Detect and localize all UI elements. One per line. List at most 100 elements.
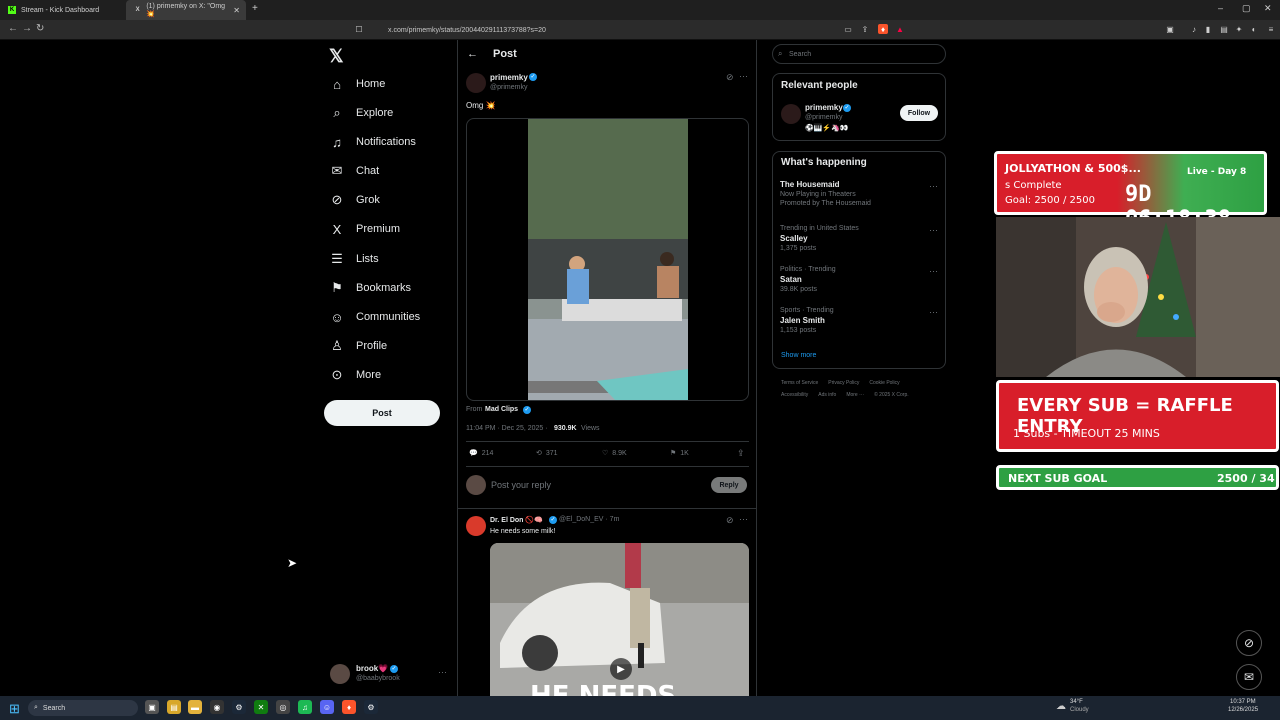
reply-author-avatar[interactable] [466,516,486,536]
relevant-name[interactable]: primemky [805,103,843,112]
back-icon[interactable]: ← [8,23,18,34]
new-tab-button[interactable]: + [252,3,258,14]
minimize-button[interactable]: – [1218,3,1223,13]
repost-action[interactable]: ⟲ 371 [536,449,558,458]
grok-icon[interactable]: ⊘ [726,515,734,526]
nav-item-label: More [356,369,382,381]
share-icon[interactable]: ⇪ [860,24,870,34]
file-explorer-icon[interactable]: ▬ [188,700,202,714]
nav-item-home[interactable]: ⌂ Home [330,73,385,95]
footer-link[interactable]: Cookie Policy [869,380,899,386]
grok-icon[interactable]: ⊘ [726,72,734,83]
more-dots-icon[interactable]: ··· [929,266,938,276]
nav-item-grok[interactable]: ⊘ Grok [330,189,380,211]
like-action[interactable]: ♡ 8.9K [602,449,627,458]
taskbar-search[interactable]: ⌕ Search [28,700,138,716]
brave-shield-icon[interactable]: ♦ [878,24,888,34]
trend-item[interactable]: Politics · Trending Satan 39.8K posts [780,266,836,295]
from-source-link[interactable]: Mad Clips [485,406,518,413]
share-icon[interactable]: ⇪ [737,448,745,459]
tab-icon[interactable]: ▣ [1165,24,1175,34]
post-video[interactable] [466,118,749,401]
reply-author-handle[interactable]: @El_DoN_EV · 7m [559,516,619,523]
back-arrow-icon[interactable]: ← [467,48,478,60]
cloud-icon: ☁ [1056,701,1066,712]
xbox-icon[interactable]: ✕ [254,700,268,714]
bookmark-action[interactable]: ⚑ 1K [670,449,689,458]
footer-link[interactable]: More ··· [846,392,864,398]
play-icon[interactable]: ▶ [610,658,632,680]
post-author-name[interactable]: primemky [490,73,528,82]
grok-float-icon[interactable]: ⊘ [1236,630,1262,656]
wallet-icon[interactable]: ▤ [1219,24,1229,34]
close-tab-icon[interactable]: ✕ [233,6,240,15]
nav-item-bookmarks[interactable]: ⚑ Bookmarks [330,277,411,299]
nav-item-chat[interactable]: ✉ Chat [330,160,380,182]
spotify-icon[interactable]: ♫ [298,700,312,714]
post-author-handle[interactable]: @primemky [490,84,527,91]
sticky-notes-icon[interactable]: ▤ [167,700,181,714]
trend-item[interactable]: Sports · Trending Jalen Smith 1,153 posts [780,307,834,336]
nav-item-notifications[interactable]: ♫ Notifications [330,131,416,153]
extensions-icon[interactable]: ✦ [1234,24,1244,34]
more-dots-icon[interactable]: ··· [929,307,938,317]
menu-icon[interactable]: ≡ [1266,24,1276,34]
post-button[interactable]: Post [324,400,440,426]
obs-icon[interactable]: ◉ [210,700,224,714]
messages-float-icon[interactable]: ✉ [1236,664,1262,690]
nav-item-more[interactable]: ⊙ More [330,364,382,386]
url-field[interactable]: x.com/primemky/status/20044029111373788?… [370,23,910,37]
reply-video[interactable]: ▶ HE NEEDS [490,543,749,696]
post-author-avatar[interactable] [466,73,486,93]
more-dots-icon[interactable]: ··· [438,667,447,677]
steam-icon-2[interactable]: ⚙ [364,700,378,714]
account-switcher[interactable]: brook💗 ✓ @baabybrook ··· [330,662,450,686]
footer-link[interactable]: Accessibility [781,392,808,398]
sidebar-icon[interactable]: ▮ [1203,24,1213,34]
steam-icon[interactable]: ⚙ [232,700,246,714]
trend-item[interactable]: Trending in United States Scalley 1,375 po… [780,225,859,254]
screen-icon[interactable]: ▭ [843,24,853,34]
maximize-button[interactable]: ▢ [1242,3,1251,14]
footer-link[interactable]: Ads info [818,392,836,398]
discord-icon[interactable]: ☺ [320,700,334,714]
relevant-avatar[interactable] [781,104,801,124]
nav-item-profile[interactable]: ♙ Profile [330,335,387,357]
tab-kick-dashboard[interactable]: K Stream - Kick Dashboard [0,0,122,20]
footer-link[interactable]: Terms of Service [781,380,818,386]
x-logo-icon[interactable]: 𝕏 [329,46,344,67]
forward-icon[interactable]: → [22,23,32,34]
more-dots-icon[interactable]: ··· [739,514,748,524]
close-window-button[interactable]: ✕ [1264,3,1272,14]
more-dots-icon[interactable]: ··· [929,181,938,191]
reply-input[interactable]: Post your reply [491,480,551,490]
nav-item-premium[interactable]: X Premium [330,218,400,240]
task-view-icon[interactable]: ▣ [145,700,159,714]
more-dots-icon[interactable]: ··· [929,225,938,235]
nav-item-explore[interactable]: ⌕ Explore [330,102,393,124]
post-timestamp[interactable]: 11:04 PM · Dec 25, 2025 · [466,425,548,432]
trend-title: Scalley [780,234,808,243]
reply-author-name[interactable]: Dr. El Don 🚫🧠 [490,516,543,524]
tab-x-post[interactable]: X (1) primemky on X: "Omg 💥 ✕ [126,0,246,20]
music-icon[interactable]: ♪ [1189,24,1199,34]
windows-start-icon[interactable]: ⊞ [9,701,20,717]
nav-item-lists[interactable]: ☰ Lists [330,248,378,270]
footer-links-1: Terms of Service Privacy Policy Cookie P… [781,380,900,386]
nav-item-communities[interactable]: ☺ Communities [330,306,420,328]
rewards-icon[interactable]: ▲ [895,24,905,34]
more-dots-icon[interactable]: ··· [739,71,748,81]
bookmark-page-icon[interactable]: ☐ [354,24,364,34]
reload-icon[interactable]: ↻ [36,23,44,34]
follow-button[interactable]: Follow [900,105,938,121]
reply-button[interactable]: Reply [711,477,747,493]
reply-action[interactable]: 💬 214 [469,449,493,458]
search-input[interactable]: ⌕ Search [772,44,946,64]
footer-link[interactable]: Privacy Policy [828,380,859,386]
trend-item[interactable]: The Housemaid Now Playing in Theaters Prom… [780,180,871,209]
vpn-icon[interactable]: ◐ [1249,24,1259,34]
brave-icon[interactable]: ♦ [342,700,356,714]
show-more-link[interactable]: Show more [781,352,816,359]
like-count: 8.9K [612,449,627,457]
app-icon[interactable]: ◎ [276,700,290,714]
